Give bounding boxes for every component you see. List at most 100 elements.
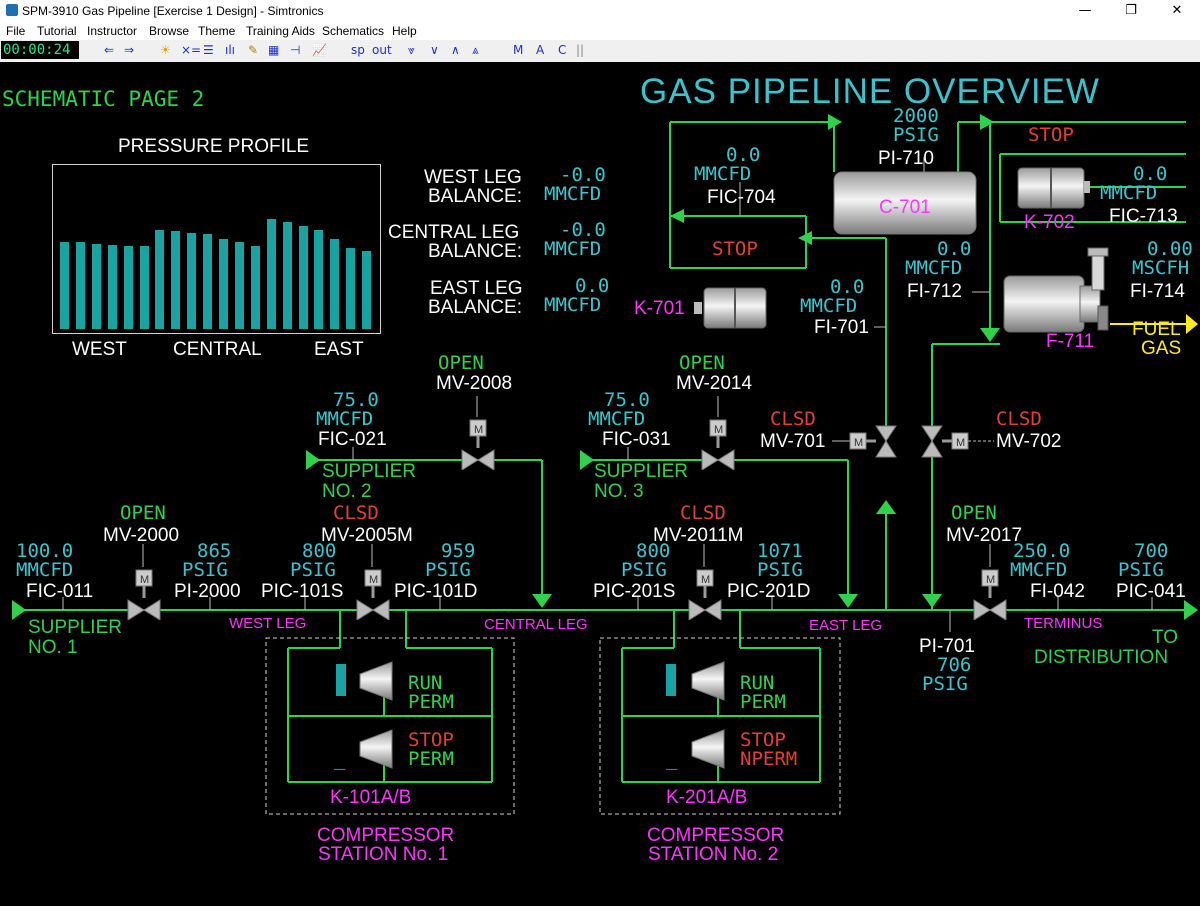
profile-central-label: CENTRAL	[173, 339, 262, 360]
pic201s-tag[interactable]: PIC-201S	[593, 582, 675, 601]
s2-cursor: _	[666, 748, 678, 770]
multiply-icon[interactable]: ×=	[181, 43, 201, 57]
mv2008-status: OPEN	[438, 352, 484, 374]
pic041-tag[interactable]: PIC-041	[1116, 582, 1186, 601]
chart-icon[interactable]: 📈	[312, 43, 327, 57]
valve-mv701-icon[interactable]: M	[848, 424, 900, 460]
k702-tag[interactable]: K-702	[1024, 213, 1075, 232]
menu-schematics[interactable]: Schematics	[322, 24, 384, 38]
fic704-tag[interactable]: FIC-704	[707, 188, 776, 207]
fic011-tag[interactable]: FIC-011	[26, 582, 93, 601]
to-label: TO	[1152, 627, 1179, 648]
menu-help[interactable]: Help	[392, 24, 417, 38]
close-button[interactable]: ✕	[1154, 0, 1200, 22]
svg-text:M: M	[140, 574, 149, 586]
bars-icon[interactable]: ılı	[225, 43, 235, 57]
pic041-unit: PSIG	[1118, 559, 1164, 581]
pi701-unit: PSIG	[922, 673, 968, 695]
distribution-label: DISTRIBUTION	[1034, 647, 1169, 668]
svg-text:M: M	[474, 424, 483, 436]
fic021-tag[interactable]: FIC-021	[318, 430, 387, 449]
supplier2-label: SUPPLIER	[322, 461, 416, 482]
toolbar: 00:00:24 ⇐ ⇒ ☀ ×= ☰ ılı ✎ ▦ ⊣ 📈 sp out ⩔…	[0, 40, 1200, 63]
mv2008-tag[interactable]: MV-2008	[436, 374, 512, 393]
step-forward-icon[interactable]: ⇒	[124, 43, 134, 57]
c701-tag[interactable]: C-701	[879, 198, 931, 217]
profile-bar	[362, 251, 372, 329]
up-icon[interactable]: ∧	[451, 43, 460, 57]
pic201s-unit: PSIG	[621, 559, 667, 581]
auto-button[interactable]: A	[536, 43, 544, 57]
profile-bar	[203, 234, 213, 329]
menu-browse[interactable]: Browse	[149, 24, 189, 38]
s1-run-perm: PERM	[408, 691, 454, 713]
mv2000-tag[interactable]: MV-2000	[103, 526, 179, 545]
mv2005m-status: CLSD	[333, 502, 379, 524]
valve-mv2011m-icon[interactable]: M	[687, 568, 723, 620]
profile-bar	[250, 246, 260, 329]
fi712-unit: MMCFD	[905, 257, 963, 279]
pic101s-tag[interactable]: PIC-101S	[261, 582, 343, 601]
app-icon	[6, 4, 18, 16]
mv2017-tag[interactable]: MV-2017	[946, 526, 1022, 545]
tree-icon[interactable]: ⊣	[290, 43, 300, 57]
fic031-tag[interactable]: FIC-031	[602, 430, 671, 449]
valve-mv2014-icon[interactable]: M	[700, 418, 736, 470]
s2-name2: STATION No. 2	[648, 844, 779, 865]
menu-tutorial[interactable]: Tutorial	[37, 24, 77, 38]
valve-mv2000-icon[interactable]: M	[126, 568, 162, 620]
profile-bar	[234, 242, 244, 329]
sun-icon[interactable]: ☀	[160, 43, 171, 57]
out-button[interactable]: out	[372, 43, 392, 57]
mv702-tag[interactable]: MV-702	[996, 432, 1061, 451]
title-bar: SPM-3910 Gas Pipeline [Exercise 1 Design…	[0, 0, 1200, 22]
double-down-icon[interactable]: ⩔	[408, 43, 415, 58]
s2-name: COMPRESSOR	[647, 825, 785, 846]
step-back-icon[interactable]: ⇐	[104, 43, 114, 57]
valve-mv2005m-icon[interactable]: M	[355, 568, 391, 620]
valve-mv702-icon[interactable]: M	[920, 424, 972, 460]
k701-status: STOP	[712, 238, 758, 260]
west-balance-label2: BALANCE:	[428, 186, 522, 207]
k702-status: STOP	[1028, 124, 1074, 146]
minimize-button[interactable]: —	[1062, 0, 1108, 22]
pencil-icon[interactable]: ✎	[248, 43, 258, 57]
trend-icon[interactable]: ☰	[203, 43, 214, 57]
west-balance-label: WEST LEG	[424, 167, 522, 188]
mv2017-status: OPEN	[951, 502, 997, 524]
menu-training-aids[interactable]: Training Aids	[246, 24, 315, 38]
pic101d-unit: PSIG	[425, 559, 471, 581]
profile-bar	[155, 230, 165, 329]
menu-instructor[interactable]: Instructor	[87, 24, 137, 38]
fi701-unit: MMCFD	[800, 295, 858, 317]
fi042-tag: FI-042	[1030, 581, 1085, 602]
grid-icon[interactable]: ▦	[268, 43, 279, 57]
fi712-tag: FI-712	[907, 281, 962, 302]
menu-theme[interactable]: Theme	[198, 24, 235, 38]
manual-button[interactable]: M	[513, 43, 523, 57]
pi2000-unit: PSIG	[182, 559, 228, 581]
f711-tag[interactable]: F-711	[1046, 332, 1094, 351]
fi701-tag: FI-701	[814, 317, 869, 338]
menu-file[interactable]: File	[6, 24, 25, 38]
pic101d-tag[interactable]: PIC-101D	[394, 582, 477, 601]
k701-tag[interactable]: K-701	[634, 299, 685, 318]
down-icon[interactable]: ∨	[430, 43, 439, 57]
pic201d-tag[interactable]: PIC-201D	[727, 582, 810, 601]
mv701-tag[interactable]: MV-701	[760, 432, 825, 451]
fi042-unit: MMCFD	[1010, 559, 1068, 581]
sp-button[interactable]: sp	[351, 43, 365, 57]
valve-mv2017-icon[interactable]: M	[972, 568, 1008, 620]
profile-bar	[171, 231, 181, 329]
valve-mv2008-icon[interactable]: M	[460, 418, 496, 470]
double-up-icon[interactable]: ⩓	[472, 43, 479, 58]
fi714-tag: FI-714	[1130, 281, 1185, 302]
mv2014-tag[interactable]: MV-2014	[676, 374, 752, 393]
cascade-button[interactable]: C	[558, 43, 566, 57]
fic713-tag[interactable]: FIC-713	[1109, 207, 1178, 226]
s2-tag: K-201A/B	[666, 787, 748, 808]
restore-button[interactable]: ❐	[1108, 0, 1154, 22]
sim-clock: 00:00:24	[1, 41, 79, 59]
fic011-unit: MMCFD	[16, 559, 74, 581]
east-balance-label2: BALANCE:	[428, 297, 522, 318]
